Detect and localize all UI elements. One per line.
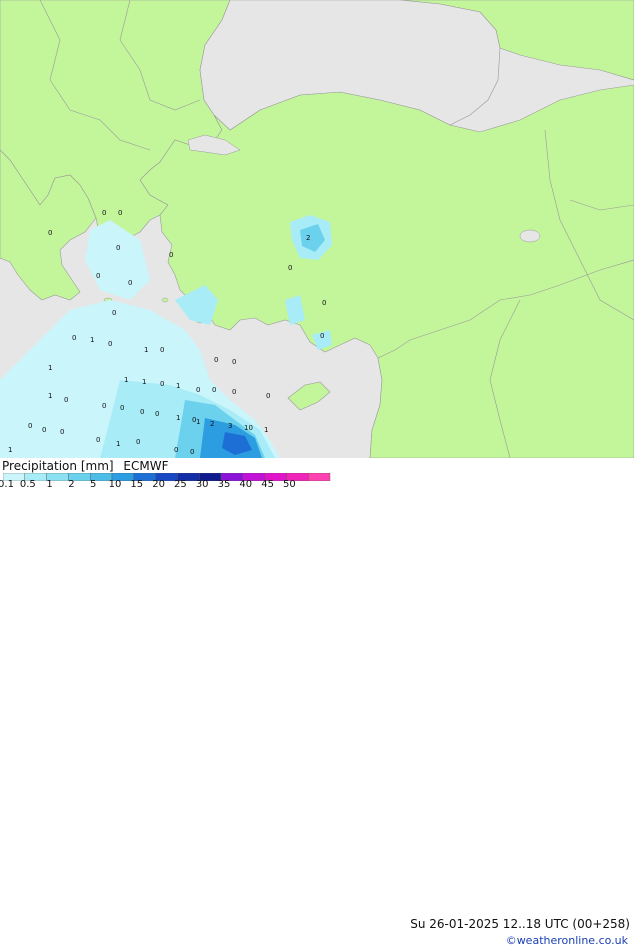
scale-label: 25	[174, 479, 187, 490]
precip-value: 1	[48, 392, 52, 400]
scale-label: 35	[217, 479, 231, 490]
precip-value: 0	[174, 446, 178, 454]
scale-label: 5	[90, 479, 97, 490]
precip-value: 0	[212, 386, 216, 394]
precip-value: 0	[190, 448, 194, 456]
scale-label: 0.1	[0, 479, 14, 490]
precip-value: 0	[102, 209, 106, 217]
color-scale-labels: 0.1 0.5 1 2 5 10 15 20 25 30 35 40 45 50	[0, 479, 330, 491]
precip-value: 1	[176, 414, 180, 422]
precip-value: 0	[120, 404, 124, 412]
precip-value: 0	[169, 251, 173, 259]
legend-title: Precipitation [mm]	[2, 459, 114, 473]
precip-value: 0	[112, 309, 116, 317]
precip-value: 0	[64, 396, 68, 404]
precip-value: 0	[214, 356, 218, 364]
precip-value: 0	[160, 346, 164, 354]
precip-value: 0	[102, 402, 106, 410]
precip-value: 0	[48, 229, 52, 237]
precip-value: 0	[60, 428, 64, 436]
precip-value: 0	[232, 388, 236, 396]
precip-value: 1	[8, 446, 12, 454]
precip-value: 0	[160, 380, 164, 388]
scale-label: 1	[46, 479, 53, 490]
lake-van	[519, 229, 541, 243]
precip-value: 2	[210, 420, 214, 428]
precip-value: 0	[196, 386, 200, 394]
precip-value: 1	[116, 440, 120, 448]
precip-value: 2	[306, 234, 310, 242]
precip-value: 0	[232, 358, 236, 366]
valid-time: Su 26-01-2025 12..18 UTC (00+258)	[410, 917, 630, 931]
precip-value: 0	[72, 334, 76, 342]
scale-label: 15	[130, 479, 144, 490]
scale-label: 10	[108, 479, 122, 490]
precip-value: 1	[90, 336, 94, 344]
scale-label: 30	[195, 479, 209, 490]
precip-value: 1	[142, 378, 146, 386]
legend-title-row: Precipitation [mm] ECMWF	[2, 459, 174, 473]
precip-value: 1	[264, 426, 268, 434]
precip-value: 1	[196, 418, 200, 426]
precip-value: 1	[144, 346, 148, 354]
precip-value: 0	[116, 244, 120, 252]
precip-value: 0	[136, 438, 140, 446]
precip-value: 0	[320, 332, 324, 340]
precip-value: 0	[108, 340, 112, 348]
scale-label: 40	[239, 479, 253, 490]
precip-value: 0	[118, 209, 122, 217]
map-canvas: 0 0 0 0 2 0 0 0 0 0 0 0 1 0 0 1 0 0 0 1 …	[0, 0, 634, 458]
precip-value: 0	[155, 410, 159, 418]
precip-value: 3	[228, 422, 232, 430]
scale-label: 2	[68, 479, 75, 490]
precip-value: 1	[124, 376, 128, 384]
precip-value: 0	[28, 422, 32, 430]
precip-value: 0	[288, 264, 292, 272]
legend-model: ECMWF	[123, 459, 169, 473]
precip-value: 1	[176, 382, 180, 390]
precip-value: 0	[266, 392, 270, 400]
scale-label: 20	[152, 479, 165, 490]
precip-value: 0	[128, 279, 132, 287]
precip-value: 0	[96, 272, 100, 280]
precip-value: 0	[140, 408, 144, 416]
scale-label: 50	[283, 479, 296, 490]
precip-value: 0	[42, 426, 46, 434]
precip-value: 0	[322, 299, 326, 307]
scale-label: 45	[261, 479, 274, 490]
copyright-link[interactable]: ©weatheronline.co.uk	[506, 934, 628, 947]
scale-label: 0.5	[19, 479, 36, 490]
precip-value: 1	[48, 364, 52, 372]
precip-value: 0	[96, 436, 100, 444]
forecast-map: 0 0 0 0 2 0 0 0 0 0 0 0 1 0 0 1 0 0 0 1 …	[0, 0, 634, 490]
precip-value: 10	[244, 424, 253, 432]
